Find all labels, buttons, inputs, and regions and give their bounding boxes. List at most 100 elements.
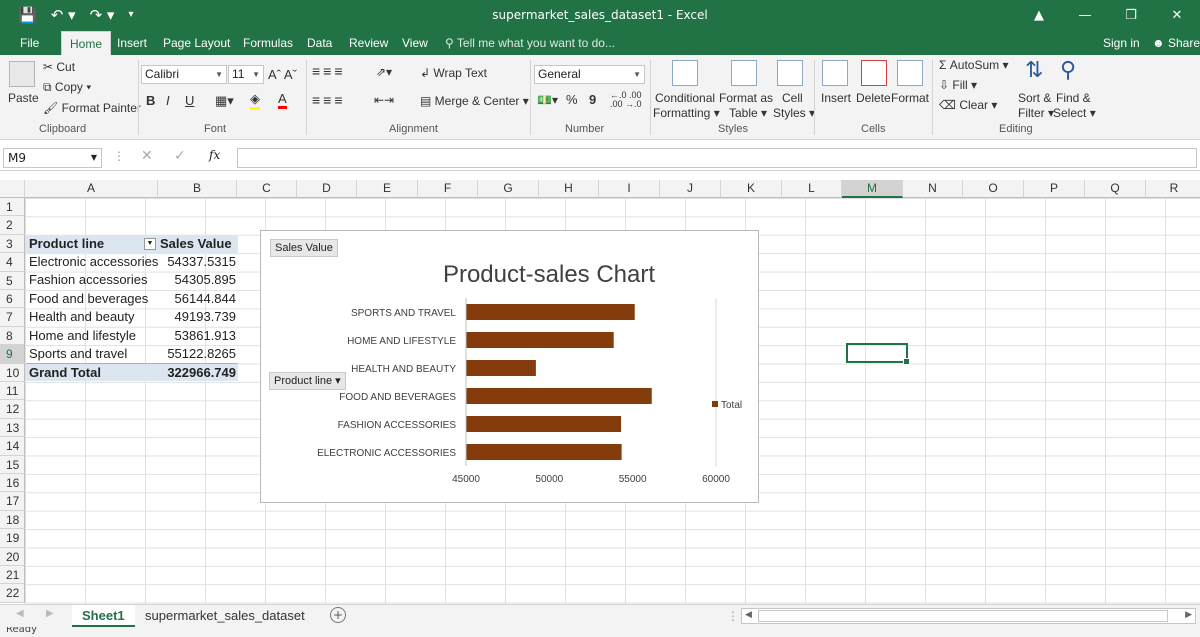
orientation-icon[interactable]: ⇗▾ bbox=[376, 65, 392, 79]
sort-filter-button[interactable]: Sort & bbox=[1018, 91, 1051, 105]
column-header-f[interactable]: F bbox=[418, 180, 478, 198]
row-header-8[interactable]: 8 bbox=[0, 326, 25, 346]
insert-cells-icon[interactable] bbox=[822, 60, 848, 86]
grow-font-icon[interactable]: Aˆ Aˇ bbox=[268, 67, 297, 82]
merge-center-button[interactable]: ▤ Merge & Center ▾ bbox=[420, 94, 529, 108]
find-select-button[interactable]: Find & bbox=[1056, 91, 1091, 105]
bold-button[interactable]: B bbox=[146, 93, 155, 108]
tab-formulas[interactable]: Formulas bbox=[243, 34, 293, 52]
format-as-table-icon[interactable] bbox=[731, 60, 757, 86]
tab-page-layout[interactable]: Page Layout bbox=[163, 34, 230, 52]
pivot-row-label[interactable]: Fashion accessories bbox=[29, 271, 148, 289]
pivot-row-value[interactable]: 55122.8265 bbox=[158, 345, 236, 363]
wrap-text-button[interactable]: ↲ Wrap Text bbox=[420, 66, 487, 80]
horizontal-align-icons[interactable]: ≡≡≡ bbox=[312, 92, 346, 108]
paste-button[interactable]: Paste bbox=[8, 91, 39, 105]
pivot-row-label[interactable]: Health and beauty bbox=[29, 308, 135, 326]
percent-button[interactable]: % bbox=[566, 92, 578, 107]
row-header-10[interactable]: 10 bbox=[0, 363, 25, 382]
sort-filter-icon[interactable]: ⇅ bbox=[1025, 57, 1043, 83]
row-header-21[interactable]: 21 bbox=[0, 566, 25, 585]
tab-insert[interactable]: Insert bbox=[117, 34, 147, 52]
row-header-14[interactable]: 14 bbox=[0, 437, 25, 456]
clear-button[interactable]: ⌫ Clear ▾ bbox=[939, 98, 997, 112]
column-header-c[interactable]: C bbox=[237, 180, 297, 198]
row-header-16[interactable]: 16 bbox=[0, 474, 25, 493]
tab-view[interactable]: View bbox=[402, 34, 428, 52]
name-box[interactable]: M9 ▼ bbox=[3, 148, 102, 168]
pivot-chart[interactable]: Sales Value Product line ▾ Product-sales… bbox=[260, 230, 759, 503]
pivot-row-value[interactable]: 54337.5315 bbox=[158, 253, 236, 271]
column-header-b[interactable]: B bbox=[158, 180, 237, 198]
row-header-20[interactable]: 20 bbox=[0, 547, 25, 566]
row-header-7[interactable]: 7 bbox=[0, 308, 25, 327]
font-color-icon[interactable]: A bbox=[278, 91, 287, 109]
insert-function-button[interactable]: fx bbox=[209, 148, 220, 162]
row-header-15[interactable]: 15 bbox=[0, 455, 25, 474]
row-header-19[interactable]: 19 bbox=[0, 529, 25, 548]
column-header-j[interactable]: J bbox=[660, 180, 721, 198]
paste-icon[interactable] bbox=[9, 61, 35, 87]
chart-bar[interactable] bbox=[466, 444, 622, 460]
chart-bar[interactable] bbox=[466, 388, 652, 404]
minimize-button[interactable]: — bbox=[1062, 0, 1108, 31]
find-select-icon[interactable]: ⚲ bbox=[1060, 57, 1076, 83]
format-painter-button[interactable]: 🖌 Format Painter bbox=[43, 101, 141, 115]
comma-button[interactable]: 9 bbox=[589, 92, 596, 107]
indent-icons[interactable]: ⇤⇥ bbox=[374, 93, 394, 107]
filter-dropdown-icon[interactable]: ▼ bbox=[144, 238, 156, 250]
pivot-grand-total-value[interactable]: 322966.749 bbox=[158, 363, 238, 381]
selected-cell-m9[interactable] bbox=[846, 343, 910, 365]
scroll-left-icon[interactable]: ◀ bbox=[16, 608, 24, 619]
delete-cells-icon[interactable] bbox=[861, 60, 887, 86]
pivot-row-value[interactable]: 49193.739 bbox=[158, 308, 236, 326]
row-header-18[interactable]: 18 bbox=[0, 510, 25, 530]
pivot-row-value[interactable]: 53861.913 bbox=[158, 327, 236, 345]
column-header-a[interactable]: A bbox=[25, 180, 158, 198]
fill-color-icon[interactable]: ◈ bbox=[250, 91, 260, 110]
number-format-combo[interactable]: General ▼ bbox=[534, 65, 645, 84]
column-header-g[interactable]: G bbox=[478, 180, 539, 198]
pivot-grand-total-label[interactable]: Grand Total bbox=[26, 363, 158, 381]
font-name-combo[interactable]: Calibri ▼ bbox=[141, 65, 227, 84]
delete-cells-button[interactable]: Delete bbox=[856, 91, 891, 105]
share-button[interactable]: ☻ Share bbox=[1152, 34, 1200, 52]
row-header-1[interactable]: 1 bbox=[0, 198, 25, 217]
autosum-button[interactable]: Σ AutoSum ▾ bbox=[939, 58, 1008, 72]
sheet-tab-dataset[interactable]: supermarket_sales_dataset bbox=[135, 605, 315, 627]
column-header-i[interactable]: I bbox=[599, 180, 660, 198]
scroll-right-icon[interactable]: ▶ bbox=[46, 608, 54, 619]
cell-styles-icon[interactable] bbox=[777, 60, 803, 86]
tab-file[interactable]: File bbox=[20, 34, 39, 52]
row-header-4[interactable]: 4 bbox=[0, 253, 25, 272]
column-header-n[interactable]: N bbox=[903, 180, 963, 198]
conditional-formatting-button[interactable]: Conditional bbox=[655, 91, 715, 105]
column-header-e[interactable]: E bbox=[357, 180, 418, 198]
row-header-5[interactable]: 5 bbox=[0, 271, 25, 290]
tab-data[interactable]: Data bbox=[307, 34, 332, 52]
format-as-table-button[interactable]: Format as bbox=[719, 91, 773, 105]
row-header-12[interactable]: 12 bbox=[0, 400, 25, 419]
borders-icon[interactable]: ▦▾ bbox=[215, 93, 234, 109]
column-header-d[interactable]: D bbox=[297, 180, 357, 198]
copy-button[interactable]: ⧉ Copy ▾ bbox=[43, 80, 91, 95]
chart-bar[interactable] bbox=[466, 360, 536, 376]
chart-bar[interactable] bbox=[466, 416, 622, 432]
scroll-left-icon[interactable]: ◀ bbox=[745, 610, 752, 620]
enter-icon[interactable]: ✓ bbox=[174, 148, 186, 164]
row-header-3[interactable]: 3 bbox=[0, 234, 25, 254]
conditional-formatting-icon[interactable] bbox=[672, 60, 698, 86]
cut-button[interactable]: ✂ Cut bbox=[43, 60, 75, 74]
pivot-row-label[interactable]: Sports and travel bbox=[29, 345, 127, 363]
fill-button[interactable]: ⇩ Fill ▾ bbox=[939, 78, 977, 92]
pivot-row-label-header[interactable]: Product line ▼ bbox=[26, 235, 158, 253]
formula-input[interactable] bbox=[237, 148, 1197, 168]
column-header-l[interactable]: L bbox=[782, 180, 842, 198]
row-header-2[interactable]: 2 bbox=[0, 216, 25, 235]
row-header-13[interactable]: 13 bbox=[0, 418, 25, 438]
column-header-p[interactable]: P bbox=[1024, 180, 1085, 198]
currency-icon[interactable]: 💵▾ bbox=[537, 93, 558, 107]
chart-bar[interactable] bbox=[466, 332, 614, 348]
row-header-17[interactable]: 17 bbox=[0, 492, 25, 511]
scrollbar-thumb[interactable] bbox=[758, 610, 1168, 622]
